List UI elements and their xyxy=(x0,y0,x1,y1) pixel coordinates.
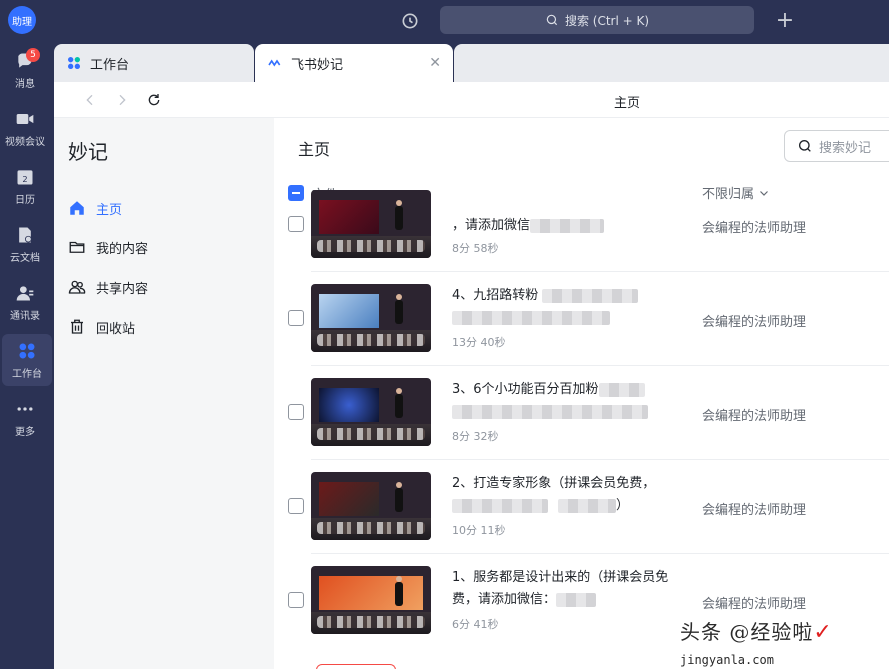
svg-text:2: 2 xyxy=(22,174,27,184)
sidebar-item-my-content[interactable]: 我的内容 xyxy=(68,231,264,263)
list-item[interactable]: 3、6个小功能百分百加粉 8分 32秒 会编程的法师助理 xyxy=(274,366,889,460)
nav-item-messages[interactable]: 消息 5 xyxy=(0,44,50,96)
row-owner: 会编程的法师助理 xyxy=(702,221,807,236)
search-placeholder: 搜索妙记 xyxy=(819,140,872,156)
back-icon[interactable] xyxy=(80,90,100,110)
minutes-logo-icon xyxy=(268,59,281,67)
row-title: 2、打造专家形象（拼课会员免费，） xyxy=(452,476,656,513)
close-icon[interactable]: ✕ xyxy=(429,55,441,71)
tab-label: 飞书妙记 xyxy=(291,57,344,73)
sidebar-item-label: 共享内容 xyxy=(96,281,149,297)
video-thumbnail xyxy=(311,378,431,446)
user-avatar[interactable]: 助理 xyxy=(8,6,36,34)
list-item[interactable]: 4、九招路转粉 13分 40秒 会编程的法师助理 xyxy=(274,272,889,366)
row-title: ，请添加微信 xyxy=(452,215,672,237)
workplace-icon xyxy=(19,343,35,358)
history-icon[interactable] xyxy=(398,9,422,33)
row-checkbox[interactable] xyxy=(288,310,304,326)
calendar-icon: 2 xyxy=(17,169,33,184)
row-duration: 10分 11秒 xyxy=(452,524,506,537)
tab-label: 工作台 xyxy=(90,57,130,73)
main-title: 主页 xyxy=(298,140,331,159)
tab-strip-empty xyxy=(454,44,889,82)
row-duration: 6分 41秒 xyxy=(452,618,499,631)
search-icon xyxy=(546,14,558,26)
nav-label: 更多 xyxy=(15,426,35,438)
sidebar-item-label: 我的内容 xyxy=(96,241,149,257)
row-title: 1、服务都是设计出来的（拼课会员免费，请添加微信： xyxy=(452,570,669,607)
nav-label: 通讯录 xyxy=(10,310,40,322)
home-icon xyxy=(70,201,84,215)
sidebar-item-trash[interactable]: 回收站 xyxy=(68,311,264,343)
folder-icon xyxy=(69,241,85,253)
row-checkbox[interactable] xyxy=(288,404,304,420)
partial-button[interactable] xyxy=(316,664,396,669)
row-owner: 会编程的法师助理 xyxy=(702,503,807,518)
global-search-placeholder: 搜索 (Ctrl + K) xyxy=(564,13,650,28)
video-thumbnail xyxy=(311,190,431,258)
watermark: 头条 @经验啦✓ jingyanla.com xyxy=(680,620,833,667)
search-icon xyxy=(799,140,811,152)
nav-item-workplace[interactable]: 工作台 xyxy=(2,334,52,386)
main-content: 主页 搜索妙记 文件 不限归属 ，请添加微信 8分 58秒 会编程的法师助理 4… xyxy=(274,118,889,669)
row-duration: 13分 40秒 xyxy=(452,336,506,349)
add-icon[interactable]: + xyxy=(772,7,798,33)
video-thumbnail xyxy=(311,472,431,540)
nav-item-calendar[interactable]: 2 日历 xyxy=(0,160,50,212)
page-title: 主页 xyxy=(614,96,641,111)
contacts-icon xyxy=(16,285,34,300)
app-title: 妙记 xyxy=(68,140,108,164)
list-item[interactable]: 2、打造专家形象（拼课会员免费，） 10分 11秒 会编程的法师助理 xyxy=(274,460,889,554)
tab-minutes[interactable]: 飞书妙记 ✕ xyxy=(255,44,453,82)
sidebar-item-label: 回收站 xyxy=(96,321,136,337)
browser-toolbar: 主页 xyxy=(54,82,889,118)
row-checkbox[interactable] xyxy=(288,216,304,232)
nav-item-docs[interactable]: 云文档 xyxy=(0,218,50,270)
row-duration: 8分 58秒 xyxy=(452,242,499,255)
row-checkbox[interactable] xyxy=(288,592,304,608)
tab-workplace[interactable]: 工作台 xyxy=(54,44,254,82)
video-thumbnail xyxy=(311,566,431,634)
row-title: 4、九招路转粉 xyxy=(452,285,672,329)
forward-icon[interactable] xyxy=(112,90,132,110)
top-bar: 助理 搜索 (Ctrl + K) + xyxy=(0,0,889,42)
video-icon xyxy=(16,113,34,124)
global-search-input[interactable]: 搜索 (Ctrl + K) xyxy=(440,6,754,34)
row-owner: 会编程的法师助理 xyxy=(702,597,807,612)
shared-users-icon xyxy=(68,280,86,294)
unread-badge: 5 xyxy=(26,48,40,62)
refresh-icon[interactable] xyxy=(144,90,164,110)
list-item[interactable]: ，请添加微信 8分 58秒 会编程的法师助理 xyxy=(274,178,889,272)
row-owner: 会编程的法师助理 xyxy=(702,315,807,330)
left-nav: 消息 5 视频会议 2 日历 云文档 通讯录 工作台 更多 xyxy=(0,42,54,669)
row-owner: 会编程的法师助理 xyxy=(702,409,807,424)
nav-item-video[interactable]: 视频会议 xyxy=(0,102,50,154)
minutes-sidebar: 妙记 主页 我的内容 共享内容 回收站 xyxy=(54,118,274,669)
sidebar-item-shared[interactable]: 共享内容 xyxy=(68,271,264,303)
minutes-search-input[interactable]: 搜索妙记 xyxy=(784,130,889,162)
trash-icon xyxy=(71,319,83,334)
nav-item-contacts[interactable]: 通讯录 xyxy=(0,276,50,328)
docs-icon xyxy=(19,227,32,242)
nav-label: 工作台 xyxy=(12,368,42,380)
video-thumbnail xyxy=(311,284,431,352)
tab-bar: 工作台 飞书妙记 ✕ xyxy=(54,42,889,82)
nav-label: 云文档 xyxy=(10,252,40,264)
workplace-icon xyxy=(68,57,80,69)
sidebar-item-home[interactable]: 主页 xyxy=(68,192,264,224)
row-title: 3、6个小功能百分百加粉 xyxy=(452,379,672,423)
nav-label: 消息 xyxy=(15,78,35,90)
sidebar-item-label: 主页 xyxy=(96,202,123,218)
nav-label: 视频会议 xyxy=(5,136,45,148)
more-icon xyxy=(17,406,33,411)
row-duration: 8分 32秒 xyxy=(452,430,499,443)
nav-item-more[interactable]: 更多 xyxy=(0,392,50,444)
nav-label: 日历 xyxy=(15,194,35,206)
row-checkbox[interactable] xyxy=(288,498,304,514)
